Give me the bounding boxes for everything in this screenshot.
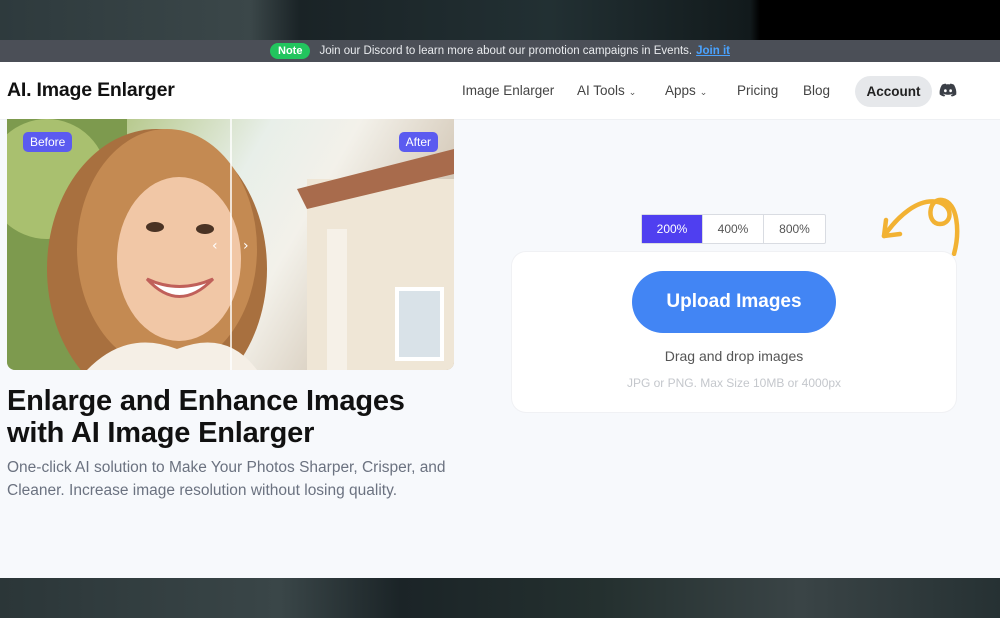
hand-drawn-arrow-icon bbox=[881, 197, 960, 256]
svg-text:›: › bbox=[243, 238, 249, 254]
account-button[interactable]: Account bbox=[855, 76, 932, 107]
drag-drop-text: Drag and drop images bbox=[664, 348, 804, 364]
before-after-image[interactable]: ‹ › Before After bbox=[7, 119, 454, 370]
scale-selector: 200% 400% 800% bbox=[641, 214, 826, 244]
nav-ai-tools-label: AI Tools bbox=[577, 83, 625, 98]
nav-apps[interactable]: Apps ⌄ bbox=[665, 83, 707, 98]
note-badge: Note bbox=[270, 43, 311, 59]
header: AI. Image Enlarger Image Enlarger AI Too… bbox=[0, 62, 1000, 120]
backdrop-top bbox=[0, 0, 1000, 40]
nav-ai-tools[interactable]: AI Tools ⌄ bbox=[577, 83, 636, 98]
nav-image-enlarger[interactable]: Image Enlarger bbox=[462, 83, 554, 98]
chevron-down-icon: ⌄ bbox=[699, 87, 708, 97]
page-subtitle: One-click AI solution to Make Your Photo… bbox=[7, 459, 446, 499]
before-label: Before bbox=[23, 132, 73, 152]
nav-image-enlarger-label: Image Enlarger bbox=[462, 83, 555, 98]
nav-pricing-label: Pricing bbox=[737, 83, 779, 98]
scale-option-400[interactable]: 400% bbox=[703, 215, 764, 243]
discord-icon[interactable] bbox=[939, 82, 957, 98]
portrait-illustration: ‹ › bbox=[7, 119, 454, 370]
page-title: Enlarge and Enhance Images with AI Image… bbox=[7, 385, 405, 449]
logo[interactable]: AI. Image Enlarger bbox=[7, 79, 175, 102]
nav-blog[interactable]: Blog bbox=[803, 83, 830, 98]
scale-option-200[interactable]: 200% bbox=[642, 215, 703, 243]
file-requirements-text: JPG or PNG. Max Size 10MB or 4000px bbox=[626, 376, 842, 390]
after-label: After bbox=[398, 132, 438, 152]
chevron-down-icon: ⌄ bbox=[628, 87, 637, 97]
nav-pricing[interactable]: Pricing bbox=[737, 83, 778, 98]
svg-text:‹: ‹ bbox=[212, 238, 218, 254]
nav-apps-label: Apps bbox=[665, 83, 696, 98]
announcement-text: Join our Discord to learn more about our… bbox=[319, 45, 693, 57]
upload-images-button[interactable]: Upload Images bbox=[632, 271, 836, 333]
join-discord-link[interactable]: Join it bbox=[696, 45, 730, 57]
upload-dropzone[interactable]: Upload Images Drag and drop images JPG o… bbox=[512, 252, 956, 412]
backdrop-bottom bbox=[0, 578, 1000, 618]
announcement-bar: Note Join our Discord to learn more abou… bbox=[0, 40, 1000, 62]
page: AI. Image Enlarger Image Enlarger AI Too… bbox=[0, 62, 1000, 578]
nav-blog-label: Blog bbox=[803, 83, 831, 98]
scale-option-800[interactable]: 800% bbox=[764, 215, 825, 243]
